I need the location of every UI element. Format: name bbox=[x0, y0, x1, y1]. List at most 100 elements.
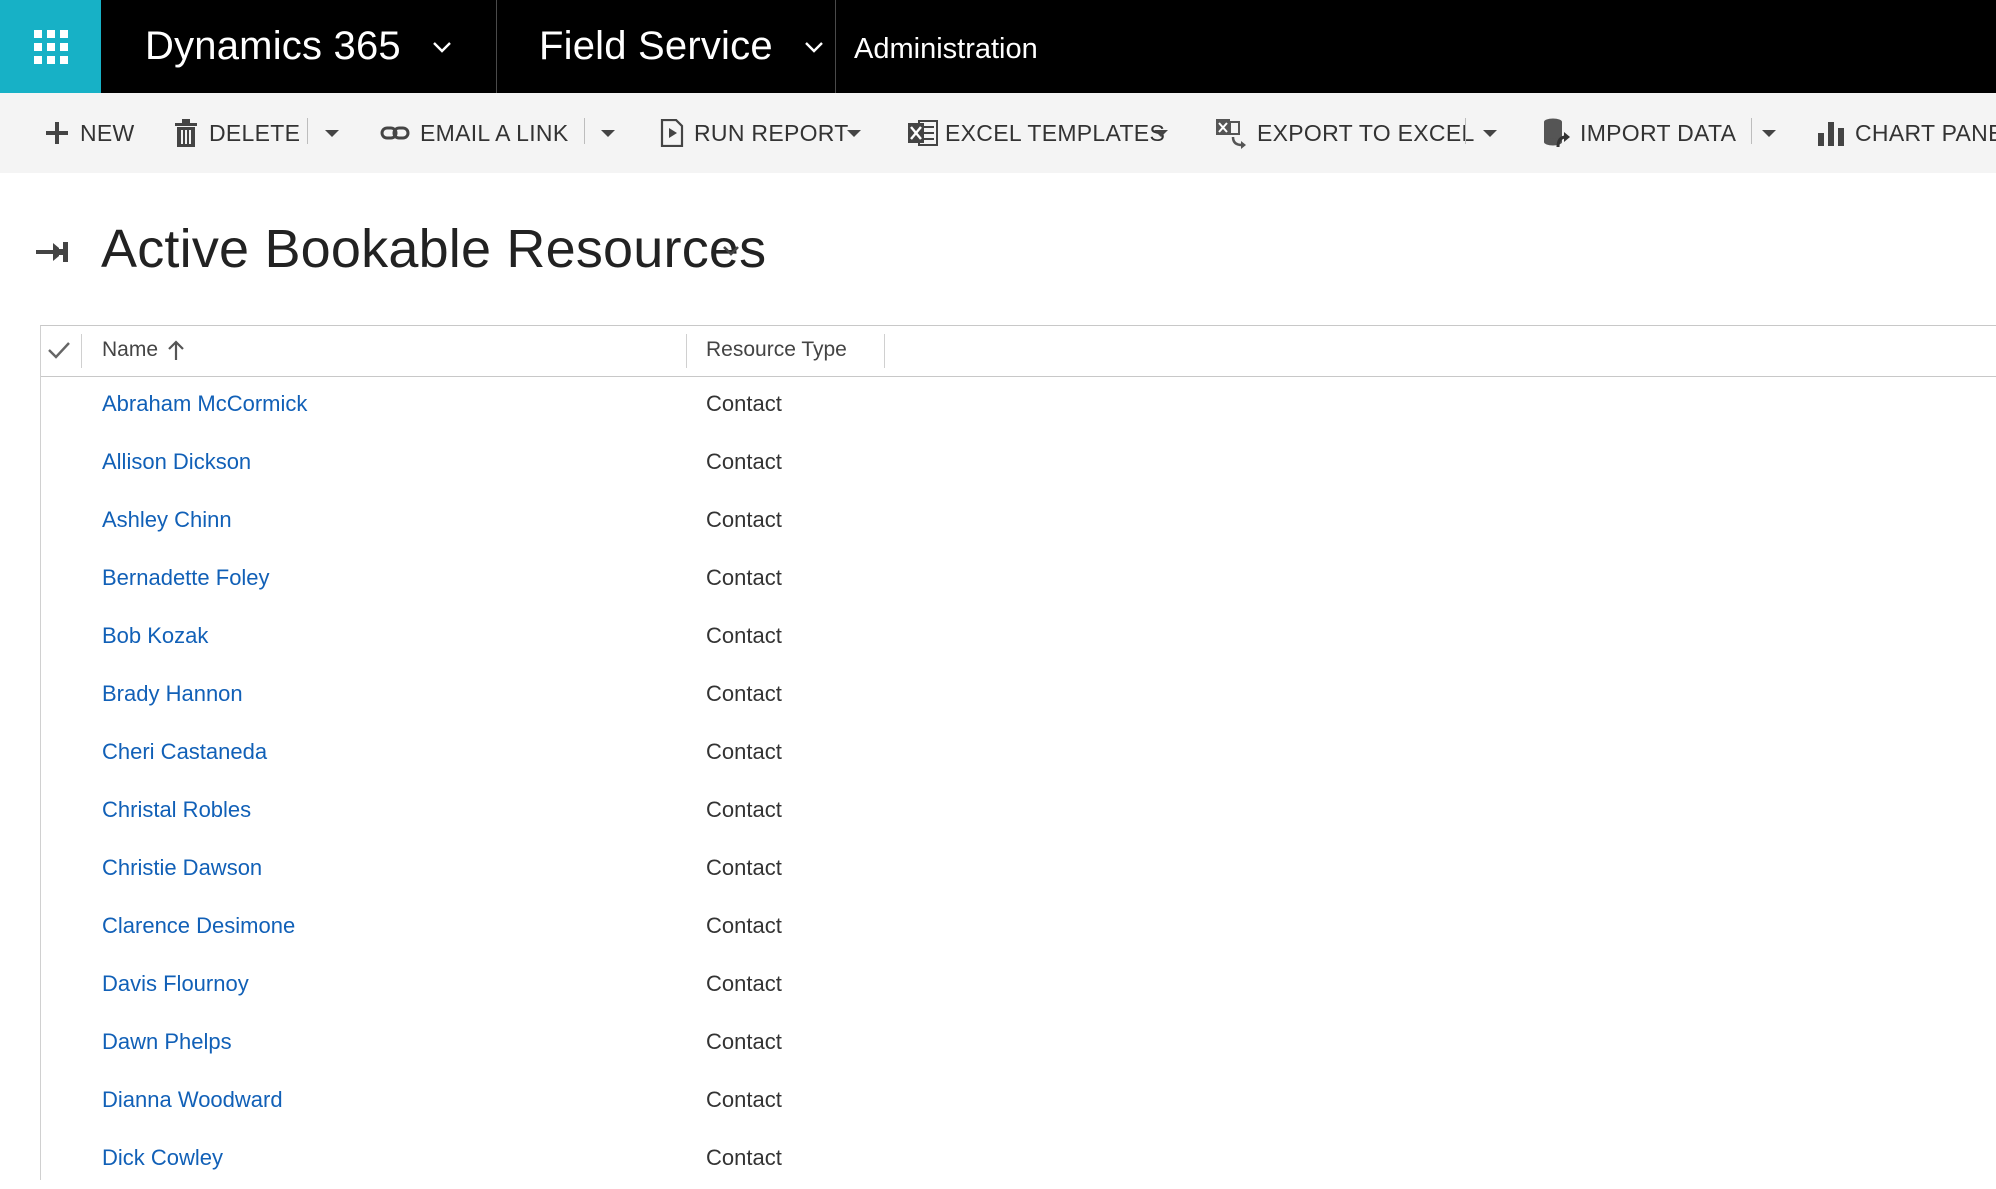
export-excel-label: EXPORT TO EXCEL bbox=[1257, 119, 1475, 146]
email-link-label: EMAIL A LINK bbox=[420, 119, 569, 146]
command-bar: NEW DELETE EMAIL A LINK RUN REPORT EXCEL… bbox=[0, 93, 1996, 173]
resource-name-link[interactable]: Dawn Phelps bbox=[102, 1029, 232, 1055]
import-data-more-caret[interactable] bbox=[1762, 130, 1776, 137]
app-switcher[interactable]: Dynamics 365 bbox=[101, 0, 497, 93]
resource-type-cell: Contact bbox=[706, 623, 782, 648]
import-data-label: IMPORT DATA bbox=[1580, 119, 1737, 146]
resource-name-link[interactable]: Bob Kozak bbox=[102, 623, 208, 649]
section-name: Administration bbox=[854, 33, 1038, 65]
resource-type-cell: Contact bbox=[706, 739, 782, 764]
table-row[interactable]: Christal Robles Contact bbox=[41, 783, 1996, 841]
resource-name-link[interactable]: Davis Flournoy bbox=[102, 971, 249, 997]
resource-name-link[interactable]: Christie Dawson bbox=[102, 855, 262, 881]
resource-type-cell: Contact bbox=[706, 391, 782, 416]
resource-type-cell: Contact bbox=[706, 913, 782, 938]
chart-pane-button[interactable]: CHART PANE bbox=[1817, 93, 1996, 173]
sort-ascending-icon bbox=[168, 340, 184, 360]
excel-icon bbox=[907, 118, 939, 148]
resource-name-link[interactable]: Bernadette Foley bbox=[102, 565, 270, 591]
resource-type-cell: Contact bbox=[706, 681, 782, 706]
resource-name-link[interactable]: Clarence Desimone bbox=[102, 913, 295, 939]
run-report-button[interactable]: RUN REPORT bbox=[660, 93, 849, 173]
table-row[interactable]: Dick Cowley Contact bbox=[41, 1131, 1996, 1189]
table-row[interactable]: Ashley Chinn Contact bbox=[41, 493, 1996, 551]
command-divider bbox=[1751, 118, 1752, 144]
export-excel-icon bbox=[1215, 117, 1247, 149]
excel-templates-caret[interactable] bbox=[1154, 130, 1168, 137]
export-excel-more-caret[interactable] bbox=[1483, 130, 1497, 137]
resource-type-cell: Contact bbox=[706, 449, 782, 474]
resource-name-link[interactable]: Allison Dickson bbox=[102, 449, 251, 475]
view-title: Active Bookable Resources bbox=[101, 219, 767, 279]
select-all-checkmark-icon[interactable] bbox=[47, 340, 71, 365]
column-divider bbox=[686, 334, 687, 368]
resource-type-cell: Contact bbox=[706, 797, 782, 822]
table-row[interactable]: Christie Dawson Contact bbox=[41, 841, 1996, 899]
table-row[interactable]: Allison Dickson Contact bbox=[41, 435, 1996, 493]
email-link-button[interactable]: EMAIL A LINK bbox=[380, 93, 568, 173]
grid-rows: Abraham McCormick Contact Allison Dickso… bbox=[41, 377, 1996, 1189]
records-grid: Name Resource Type Abraham McCormick Con… bbox=[40, 325, 1996, 1180]
column-resource-type-label: Resource Type bbox=[706, 338, 847, 361]
command-divider bbox=[1465, 118, 1466, 144]
table-row[interactable]: Bob Kozak Contact bbox=[41, 609, 1996, 667]
run-report-caret[interactable] bbox=[847, 130, 861, 137]
resource-name-link[interactable]: Ashley Chinn bbox=[102, 507, 232, 533]
resource-type-cell: Contact bbox=[706, 565, 782, 590]
resource-type-cell: Contact bbox=[706, 855, 782, 880]
run-report-label: RUN REPORT bbox=[694, 119, 849, 146]
delete-button[interactable]: DELETE bbox=[173, 93, 300, 173]
table-row[interactable]: Dawn Phelps Contact bbox=[41, 1015, 1996, 1073]
column-header-resource-type[interactable]: Resource Type bbox=[706, 338, 847, 362]
column-name-label: Name bbox=[102, 338, 159, 361]
chevron-down-icon bbox=[432, 41, 451, 53]
table-row[interactable]: Cheri Castaneda Contact bbox=[41, 725, 1996, 783]
table-row[interactable]: Bernadette Foley Contact bbox=[41, 551, 1996, 609]
resource-type-cell: Contact bbox=[706, 971, 782, 996]
app-name: Dynamics 365 bbox=[145, 24, 401, 68]
excel-templates-button[interactable]: EXCEL TEMPLATES bbox=[907, 93, 1165, 173]
area-switcher[interactable]: Field Service bbox=[497, 0, 836, 93]
grid-header: Name Resource Type bbox=[41, 326, 1996, 377]
section-breadcrumb[interactable]: Administration bbox=[836, 0, 1236, 93]
pin-icon[interactable] bbox=[36, 238, 70, 271]
column-divider bbox=[884, 334, 885, 368]
delete-more-caret[interactable] bbox=[325, 130, 339, 137]
excel-templates-label: EXCEL TEMPLATES bbox=[945, 119, 1166, 146]
resource-name-link[interactable]: Brady Hannon bbox=[102, 681, 243, 707]
plus-icon bbox=[44, 120, 70, 146]
resource-name-link[interactable]: Abraham McCormick bbox=[102, 391, 307, 417]
delete-label: DELETE bbox=[209, 119, 301, 146]
resource-type-cell: Contact bbox=[706, 507, 782, 532]
bar-chart-icon bbox=[1817, 119, 1845, 147]
table-row[interactable]: Dianna Woodward Contact bbox=[41, 1073, 1996, 1131]
new-button[interactable]: NEW bbox=[44, 93, 135, 173]
email-link-more-caret[interactable] bbox=[601, 130, 615, 137]
export-excel-button[interactable]: EXPORT TO EXCEL bbox=[1215, 93, 1475, 173]
waffle-icon bbox=[33, 29, 68, 64]
column-divider bbox=[81, 334, 82, 368]
column-header-name[interactable]: Name bbox=[102, 338, 186, 362]
resource-name-link[interactable]: Cheri Castaneda bbox=[102, 739, 267, 765]
app-launcher-button[interactable] bbox=[0, 0, 101, 93]
table-row[interactable]: Davis Flournoy Contact bbox=[41, 957, 1996, 1015]
command-divider bbox=[584, 118, 585, 144]
import-data-icon bbox=[1542, 117, 1570, 149]
resource-name-link[interactable]: Dick Cowley bbox=[102, 1145, 223, 1171]
resource-type-cell: Contact bbox=[706, 1145, 782, 1170]
view-selector-chevron-icon[interactable] bbox=[722, 244, 740, 263]
trash-icon bbox=[173, 118, 199, 148]
chart-pane-label: CHART PANE bbox=[1855, 119, 1996, 146]
command-divider bbox=[307, 118, 308, 144]
resource-type-cell: Contact bbox=[706, 1087, 782, 1112]
chevron-down-icon bbox=[804, 41, 823, 53]
area-name: Field Service bbox=[539, 24, 773, 68]
resource-name-link[interactable]: Christal Robles bbox=[102, 797, 251, 823]
import-data-button[interactable]: IMPORT DATA bbox=[1542, 93, 1736, 173]
resource-name-link[interactable]: Dianna Woodward bbox=[102, 1087, 283, 1113]
resource-type-cell: Contact bbox=[706, 1029, 782, 1054]
table-row[interactable]: Clarence Desimone Contact bbox=[41, 899, 1996, 957]
table-row[interactable]: Abraham McCormick Contact bbox=[41, 377, 1996, 435]
table-row[interactable]: Brady Hannon Contact bbox=[41, 667, 1996, 725]
new-label: NEW bbox=[80, 119, 135, 146]
